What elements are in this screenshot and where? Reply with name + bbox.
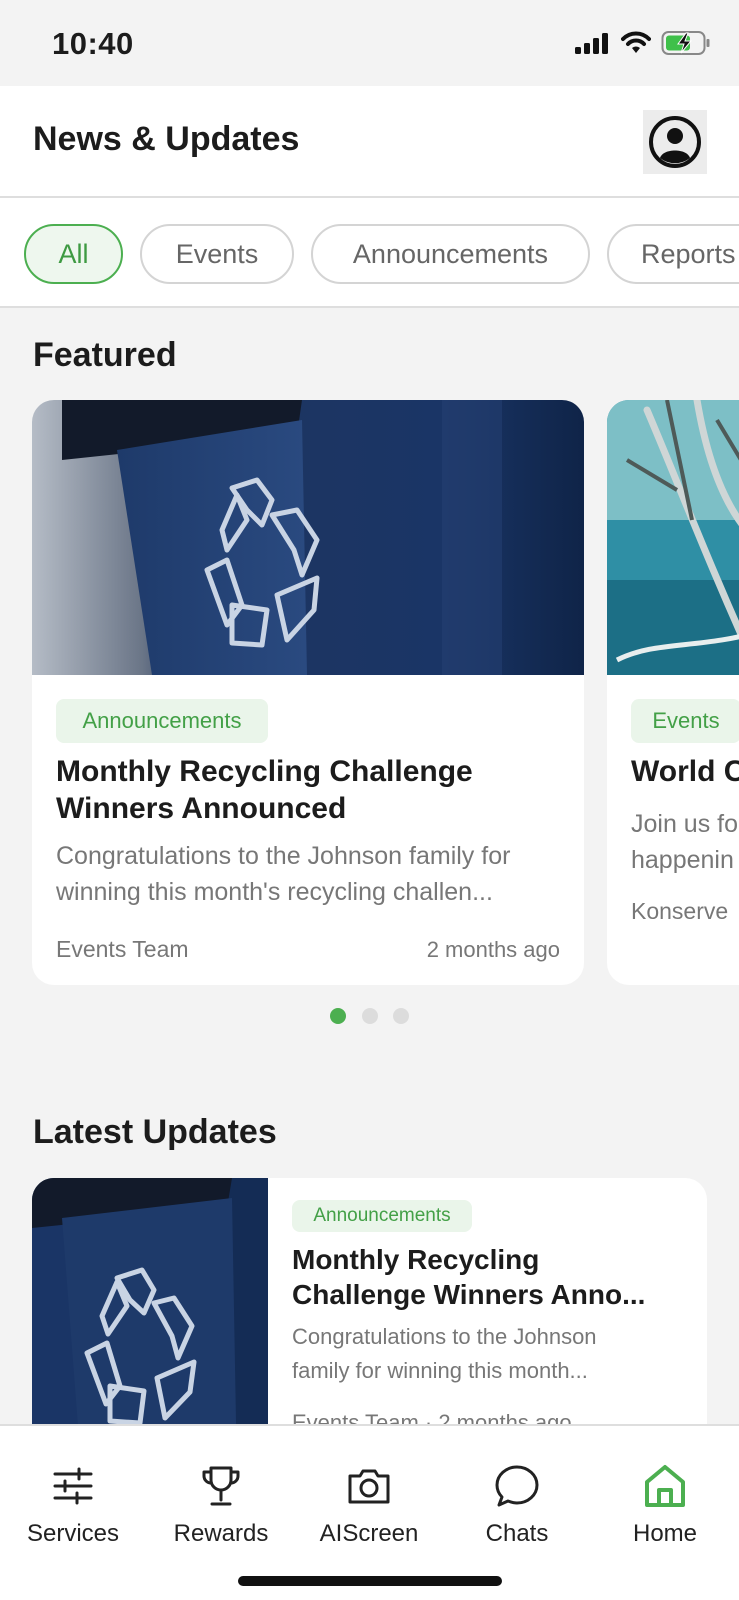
nav-home[interactable]: Home xyxy=(600,1462,730,1548)
featured-card-next[interactable]: Events World C Join us fo happenin Konse… xyxy=(607,400,739,985)
user-avatar-icon xyxy=(649,116,701,168)
card-title-line-1: Monthly Recycling Challenge xyxy=(56,755,473,788)
battery-charging-icon xyxy=(661,31,710,55)
card-author: Konserve xyxy=(631,898,729,924)
nav-home-label: Home xyxy=(632,1520,698,1547)
filter-chip-announcements[interactable]: Announcements xyxy=(311,224,590,284)
nav-rewards[interactable]: Rewards xyxy=(156,1462,286,1548)
wifi-icon xyxy=(621,31,651,53)
status-icons xyxy=(575,30,711,56)
filter-chip-all[interactable]: All xyxy=(24,224,123,284)
home-icon xyxy=(645,1465,685,1507)
card-excerpt-line-2: happenin xyxy=(631,846,734,874)
status-time: 10:40 xyxy=(52,26,134,61)
featured-card[interactable]: Announcements Monthly Recycling Challeng… xyxy=(32,400,584,985)
nav-chats-label: Chats xyxy=(485,1520,549,1547)
app-header: News & Updates xyxy=(0,86,739,198)
update-title-line-1: Monthly Recycling xyxy=(292,1244,540,1275)
update-title-line-2: Challenge Winners Anno... xyxy=(292,1279,646,1310)
camera-icon xyxy=(348,1469,390,1504)
category-tag: Announcements xyxy=(56,699,268,743)
pagination-dot-3[interactable] xyxy=(393,1008,409,1024)
sliders-icon xyxy=(53,1467,93,1505)
trophy-icon xyxy=(202,1466,240,1506)
bottom-navigation: Services Rewards AIScreen Chats Home xyxy=(0,1424,739,1600)
latest-updates-title: Latest Updates xyxy=(33,1113,277,1151)
filter-chip-events[interactable]: Events xyxy=(140,224,294,284)
nav-services-label: Services xyxy=(26,1520,120,1547)
filter-chip-reports[interactable]: Reports xyxy=(607,224,739,284)
status-bar: 10:40 xyxy=(0,0,739,86)
card-excerpt-line-2: winning this month's recycling challen..… xyxy=(56,878,493,906)
category-tag: Announcements xyxy=(292,1200,472,1232)
pagination-dot-2[interactable] xyxy=(362,1008,378,1024)
card-time: 2 months ago xyxy=(426,937,560,962)
profile-button[interactable] xyxy=(643,110,707,174)
page-title: News & Updates xyxy=(33,120,300,158)
card-title-line-2: Winners Announced xyxy=(56,792,347,825)
nav-chats[interactable]: Chats xyxy=(452,1462,582,1548)
nav-aiscreen-label: AIScreen xyxy=(319,1520,419,1547)
nav-rewards-label: Rewards xyxy=(173,1520,269,1547)
chat-bubble-icon xyxy=(495,1465,539,1507)
recycling-bin-image xyxy=(32,400,584,675)
update-excerpt-line-2: family for winning this month... xyxy=(292,1358,588,1383)
home-indicator xyxy=(238,1576,502,1586)
card-title-line-1: World C xyxy=(631,755,739,788)
cellular-signal-icon xyxy=(575,33,608,54)
card-excerpt-line-1: Join us fo xyxy=(631,810,739,838)
update-excerpt-line-1: Congratulations to the Johnson xyxy=(292,1324,597,1349)
nav-aiscreen[interactable]: AIScreen xyxy=(304,1462,434,1548)
pagination-dot-1[interactable] xyxy=(330,1008,346,1024)
ocean-debris-image xyxy=(607,400,739,675)
nav-services[interactable]: Services xyxy=(8,1462,138,1548)
category-filter-bar: All Events Announcements Reports xyxy=(0,198,739,308)
featured-section-title: Featured xyxy=(33,336,177,374)
category-tag: Events xyxy=(631,699,739,743)
card-author: Events Team xyxy=(56,936,189,962)
card-excerpt-line-1: Congratulations to the Johnson family fo… xyxy=(56,842,511,870)
